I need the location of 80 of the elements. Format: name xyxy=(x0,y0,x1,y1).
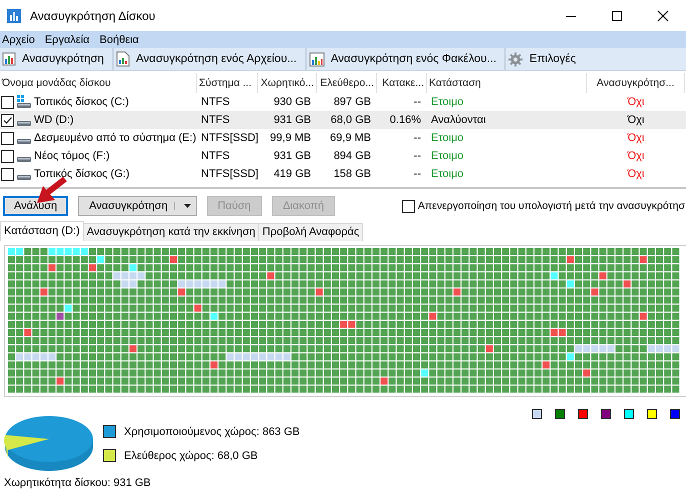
hard-drive-icon xyxy=(17,175,31,180)
table-cell-text: 931 GB xyxy=(272,150,312,162)
table-cell-text: 0.16% xyxy=(388,114,422,126)
status-text: Ετοιμο xyxy=(430,168,465,180)
column-header[interactable]: Κατάσταση xyxy=(427,73,587,93)
window-title: Ανασυγκρότηση Δίσκου xyxy=(30,8,156,22)
caret-icon[interactable] xyxy=(174,202,192,210)
tab[interactable]: Ανασυγκρότηση κατά την εκκίνηση xyxy=(82,223,260,241)
toolbar-button[interactable]: Ανασυγκρότηση ενός Φακέλου... xyxy=(306,48,506,70)
table-cell-text: 158 GB xyxy=(332,168,372,180)
table-cell-text: Όχι xyxy=(626,114,646,126)
toolbar-button[interactable]: Επιλογές xyxy=(506,48,584,70)
tab[interactable]: Κατάσταση (D:) xyxy=(0,221,84,241)
table-cell-text: Όχι xyxy=(626,150,646,162)
drive-row[interactable]: Τοπικός δίσκος (G:) NTFS[SSD] 419 GB 158 GB -- Ετοιμο Όχι xyxy=(0,165,686,183)
hard-drive-icon xyxy=(17,157,31,162)
drive-row[interactable]: Νέος τόμος (F:) NTFS 931 GB 894 GB -- Ετοιμο Όχι xyxy=(0,147,686,165)
column-header[interactable]: Κατακε... xyxy=(377,73,427,93)
drive-row[interactable]: WD (D:) NTFS 931 GB 68,0 GB 0.16% Αναλύονται Όχι xyxy=(0,111,686,129)
drive-name: Τοπικός δίσκος (G:) xyxy=(34,168,130,180)
drive-name: WD (D:) xyxy=(34,114,74,126)
status-text: Ετοιμο xyxy=(430,96,465,108)
table-cell-text: NTFS[SSD] xyxy=(200,168,258,180)
hard-drive-icon xyxy=(17,121,31,126)
column-header[interactable]: Ελεύθερο... xyxy=(317,73,377,93)
capacity-text: Χωρητικότητα δίσκου: 931 GB xyxy=(4,477,151,489)
status-text: Ετοιμο xyxy=(430,150,465,162)
table-cell-text: 894 GB xyxy=(332,150,372,162)
column-header[interactable]: Χωρητικό... xyxy=(258,73,317,93)
checkbox[interactable] xyxy=(1,150,14,162)
table-cell-text: 897 GB xyxy=(332,96,372,108)
legend-label: Ελεύθερος χώρος: 68,0 GB xyxy=(124,450,258,462)
tab[interactable]: Προβολή Αναφοράς xyxy=(258,223,364,241)
table-cell-text: NTFS xyxy=(200,114,231,126)
checkbox[interactable] xyxy=(1,168,14,180)
action-button[interactable]: Ανασυγκρότηση xyxy=(78,196,197,216)
status-text: Ετοιμο xyxy=(430,132,465,144)
table-cell-text: -- xyxy=(412,150,422,162)
drive-row[interactable]: Δεσμευμένο από το σύστημα (E:) NTFS[SSD] 99,9 MB 69,9 MB -- Ετοιμο Όχι xyxy=(0,129,686,147)
menu-item[interactable]: Εργαλεία xyxy=(42,34,98,46)
table-cell-text: 931 GB xyxy=(272,114,312,126)
folder-chart-icon xyxy=(308,52,325,66)
table-cell-text: 930 GB xyxy=(272,96,312,108)
menu-item[interactable]: Βοήθεια xyxy=(98,34,147,46)
table-cell-text: NTFS xyxy=(200,96,231,108)
table-cell-text: Όχι xyxy=(626,96,646,108)
checkbox[interactable] xyxy=(1,132,14,144)
menu-item[interactable]: Αρχείο xyxy=(0,34,43,46)
hard-drive-icon xyxy=(17,139,31,144)
checkbox[interactable] xyxy=(1,96,14,108)
chart-icon xyxy=(2,52,16,66)
legend-label: Χρησιμοποιούμενος χώρος: 863 GB xyxy=(124,426,300,438)
column-header[interactable]: Ανασυγκρότησ... xyxy=(587,73,685,93)
checkbox-label: Απενεργοποίηση του υπολογιστή μετά την ανασυγκρότησ xyxy=(418,200,685,212)
drive-row[interactable]: Τοπικός δίσκος (C:) NTFS 930 GB 897 GB -- Ετοιμο Όχι xyxy=(0,93,686,111)
table-cell-text: -- xyxy=(412,168,422,180)
table-cell-text: Όχι xyxy=(626,168,646,180)
column-header[interactable]: Σύστημα ... xyxy=(197,73,258,93)
system-drive-icon xyxy=(16,95,32,109)
toolbar-button[interactable]: Ανασυγκρότηση xyxy=(0,48,114,70)
table-cell-text: 69,9 MB xyxy=(329,132,372,144)
table-cell-text: 99,9 MB xyxy=(269,132,312,144)
checkbox[interactable] xyxy=(402,200,415,212)
table-cell-text: NTFS xyxy=(200,150,231,162)
table-cell-text: NTFS[SSD] xyxy=(200,132,258,144)
drive-name: Δεσμευμένο από το σύστημα (E:) xyxy=(34,132,196,144)
checkbox[interactable] xyxy=(1,114,14,126)
action-button[interactable]: Ανάλυση xyxy=(3,196,68,216)
status-text: Αναλύονται xyxy=(430,114,487,126)
table-cell-text: Όχι xyxy=(626,132,646,144)
table-cell-text: 419 GB xyxy=(272,168,312,180)
toolbar-button[interactable]: Ανασυγκρότηση ενός Αρχείου... xyxy=(114,48,307,70)
document-chart-icon xyxy=(116,51,130,67)
drive-name: Νέος τόμος (F:) xyxy=(34,150,110,162)
drive-name: Τοπικός δίσκος (C:) xyxy=(34,96,129,108)
table-cell-text: 68,0 GB xyxy=(330,114,372,126)
column-header[interactable]: Όνομα μονάδας δίσκου xyxy=(0,73,197,93)
app-icon xyxy=(6,8,22,24)
table-cell-text: -- xyxy=(412,96,422,108)
table-cell-text: -- xyxy=(412,132,422,144)
